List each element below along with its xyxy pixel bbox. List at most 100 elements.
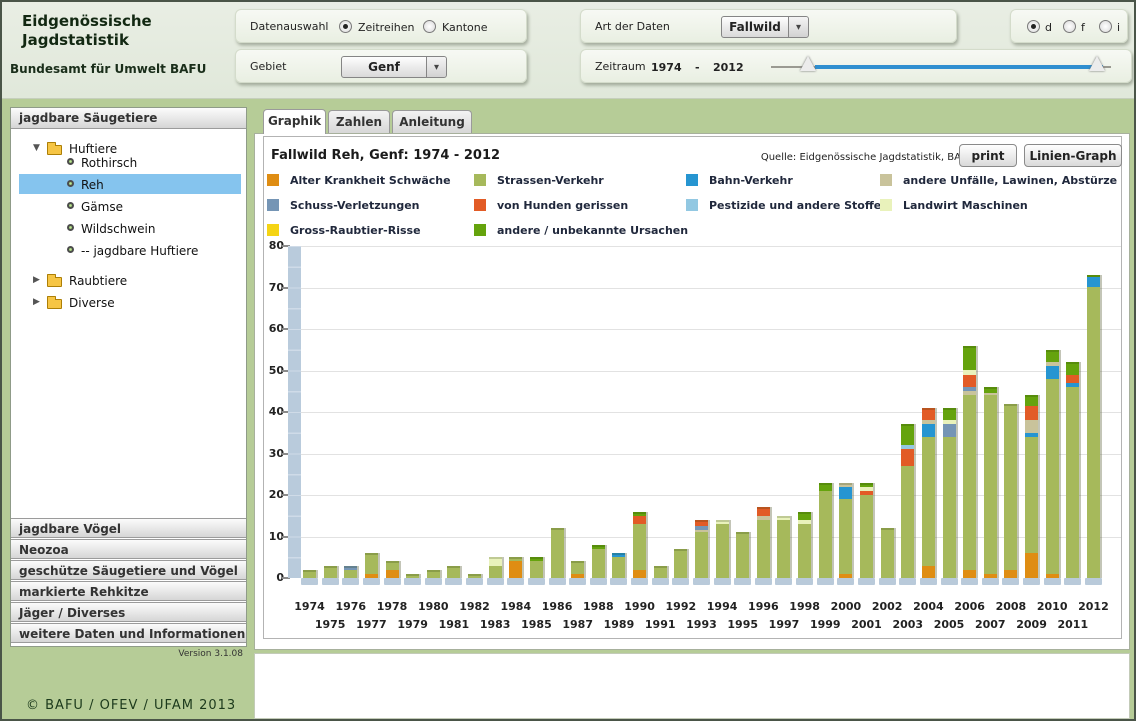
sidebar-section-jagdbare-v-gel[interactable]: jagdbare Vögel	[11, 518, 246, 538]
bar-segment-1990-hunde[interactable]	[633, 516, 646, 524]
bar-2006[interactable]	[963, 346, 976, 578]
bar-segment-2003-andere[interactable]	[901, 424, 914, 445]
bar-segment-1991-strassen[interactable]	[654, 566, 667, 578]
bar-1987[interactable]	[571, 561, 584, 578]
bar-1998[interactable]	[798, 512, 811, 578]
bar-segment-2009-strassen[interactable]	[1025, 437, 1038, 553]
bar-segment-2001-strassen[interactable]	[860, 495, 873, 578]
sidebar-header-jagdbare-saeugetiere[interactable]: jagdbare Säugetiere	[11, 108, 246, 129]
bar-segment-1986-strassen[interactable]	[551, 528, 564, 578]
bar-segment-1979-strassen[interactable]	[406, 574, 419, 578]
bar-2002[interactable]	[881, 528, 894, 578]
bar-2003[interactable]	[901, 424, 914, 578]
bar-segment-2005-andere[interactable]	[943, 408, 956, 420]
tree-item-label[interactable]: -- jagdbare Huftiere	[81, 244, 198, 258]
bar-1978[interactable]	[386, 561, 399, 578]
bar-1984[interactable]	[509, 557, 522, 578]
bar-segment-1998-andere[interactable]	[798, 512, 811, 520]
bar-1979[interactable]	[406, 574, 419, 578]
bar-1982[interactable]	[468, 574, 481, 578]
bar-1992[interactable]	[674, 549, 687, 578]
bar-1999[interactable]	[819, 483, 832, 578]
bar-segment-2005-strassen[interactable]	[943, 437, 956, 578]
gebiet-select[interactable]: Genf ▾	[341, 56, 447, 78]
bar-segment-2012-strassen[interactable]	[1087, 287, 1100, 578]
tab-anleitung[interactable]: Anleitung	[392, 110, 472, 133]
bar-2009[interactable]	[1025, 395, 1038, 578]
tree-folder-label[interactable]: Diverse	[69, 296, 115, 310]
bar-segment-2011-hunde[interactable]	[1066, 375, 1079, 383]
print-button[interactable]: print	[959, 144, 1017, 167]
bar-segment-2006-hunde[interactable]	[963, 375, 976, 387]
bar-segment-1983-strassen[interactable]	[489, 566, 502, 578]
tree-folder-diverse[interactable]: ▶Diverse	[11, 292, 246, 314]
bar-2000[interactable]	[839, 483, 852, 578]
bar-segment-2000-strassen[interactable]	[839, 499, 852, 574]
bar-segment-2004-alter[interactable]	[922, 566, 935, 578]
bar-1980[interactable]	[427, 570, 440, 578]
bar-segment-1978-alter[interactable]	[386, 570, 399, 578]
tree-folder-label[interactable]: Raubtiere	[69, 274, 127, 288]
tree-item-wildschwein[interactable]: Wildschwein	[11, 218, 246, 240]
bar-segment-1987-strassen[interactable]	[571, 561, 584, 573]
bar-segment-1995-strassen[interactable]	[736, 532, 749, 578]
bar-segment-1990-strassen[interactable]	[633, 524, 646, 570]
bar-segment-1980-strassen[interactable]	[427, 570, 440, 578]
bar-segment-2007-strassen[interactable]	[984, 395, 997, 573]
bar-segment-2008-strassen[interactable]	[1004, 404, 1017, 570]
bar-1996[interactable]	[757, 507, 770, 578]
bar-segment-2007-alter[interactable]	[984, 574, 997, 578]
bar-1991[interactable]	[654, 566, 667, 578]
bar-1974[interactable]	[303, 570, 316, 578]
bar-segment-1988-strassen[interactable]	[592, 549, 605, 578]
bar-segment-1996-hunde[interactable]	[757, 507, 770, 515]
bar-2008[interactable]	[1004, 404, 1017, 578]
sidebar-section-j-ger-diverses[interactable]: Jäger / Diverses	[11, 602, 246, 622]
bar-segment-2006-andere[interactable]	[963, 346, 976, 371]
bar-segment-2009-andere[interactable]	[1025, 395, 1038, 405]
tree-item--jagdbare-huftiere[interactable]: -- jagdbare Huftiere	[11, 240, 246, 262]
bar-1988[interactable]	[592, 545, 605, 578]
bar-segment-2004-bahn[interactable]	[922, 424, 935, 436]
bar-1994[interactable]	[716, 520, 729, 578]
sidebar-section-neozoa[interactable]: Neozoa	[11, 539, 246, 559]
bar-segment-1997-strassen[interactable]	[777, 520, 790, 578]
bar-segment-1990-alter[interactable]	[633, 570, 646, 578]
bar-segment-1996-strassen[interactable]	[757, 520, 770, 578]
bar-segment-2000-bahn[interactable]	[839, 487, 852, 499]
zeitreihen-radio[interactable]	[339, 20, 352, 33]
bar-1977[interactable]	[365, 553, 378, 578]
bar-segment-2005-schuss[interactable]	[943, 424, 956, 436]
language-d-radio[interactable]	[1027, 20, 1040, 33]
bar-segment-2004-hunde[interactable]	[922, 408, 935, 420]
bar-segment-1987-alter[interactable]	[571, 574, 584, 578]
bar-2011[interactable]	[1066, 362, 1079, 578]
tree-item-reh[interactable]: Reh	[11, 174, 246, 196]
bar-segment-1982-strassen[interactable]	[468, 574, 481, 578]
tree-item-g-mse[interactable]: Gämse	[11, 196, 246, 218]
bar-1989[interactable]	[612, 553, 625, 578]
tree-item-rothirsch[interactable]: Rothirsch	[11, 152, 246, 174]
kantone-radio[interactable]	[423, 20, 436, 33]
sidebar-section-markierte-rehkitze[interactable]: markierte Rehkitze	[11, 581, 246, 601]
bar-segment-1974-strassen[interactable]	[303, 570, 316, 578]
bar-segment-1998-strassen[interactable]	[798, 524, 811, 578]
bar-segment-1992-strassen[interactable]	[674, 549, 687, 578]
bar-1975[interactable]	[324, 566, 337, 578]
bar-segment-2012-andere[interactable]	[1087, 275, 1100, 277]
tab-zahlen[interactable]: Zahlen	[328, 110, 390, 133]
bar-1983[interactable]	[489, 557, 502, 578]
bar-1997[interactable]	[777, 516, 790, 578]
bar-segment-2010-strassen[interactable]	[1046, 379, 1059, 574]
tree-folder-raubtiere[interactable]: ▶Raubtiere	[11, 270, 246, 292]
bar-1976[interactable]	[344, 566, 357, 578]
bar-segment-1989-strassen[interactable]	[612, 557, 625, 578]
bar-segment-1983-landwirt[interactable]	[489, 557, 502, 565]
sidebar-section-weitere-daten-und-informationen[interactable]: weitere Daten und Informationen	[11, 623, 246, 643]
language-i-radio[interactable]	[1099, 20, 1112, 33]
bar-2010[interactable]	[1046, 350, 1059, 578]
bar-segment-2009-hunde[interactable]	[1025, 406, 1038, 421]
bar-1986[interactable]	[551, 528, 564, 578]
bar-segment-2009-alter[interactable]	[1025, 553, 1038, 578]
line-graph-button[interactable]: Linien-Graph	[1024, 144, 1122, 167]
